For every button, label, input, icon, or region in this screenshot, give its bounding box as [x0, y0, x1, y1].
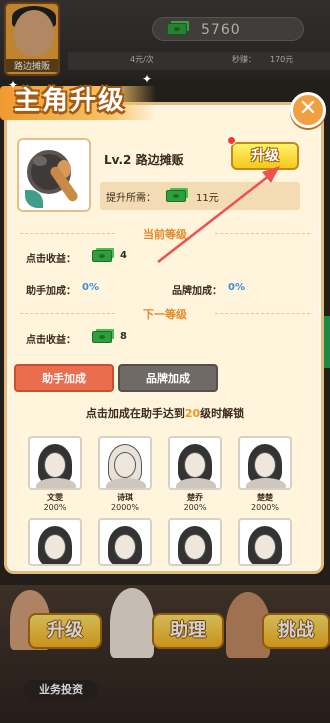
cost-value: 11元	[196, 193, 219, 204]
helper-bonus-pct: 2000%	[111, 503, 139, 512]
helper-name: 楚楚	[257, 493, 273, 502]
cash-icon	[92, 331, 112, 343]
current-click-income: 4	[120, 250, 127, 261]
helper-bonus-value: 0%	[82, 282, 99, 293]
helper-bonus-pct: 2000%	[251, 503, 279, 512]
helper-bonus-pct: 200%	[183, 503, 207, 512]
brand-bonus-label: 品牌加成：	[172, 286, 222, 297]
next-click-income: 8	[120, 331, 127, 342]
upgrade-button[interactable]: 升级	[231, 142, 299, 170]
current-level-heading: 当前等级	[20, 226, 310, 242]
leaf-icon	[25, 190, 43, 208]
close-button[interactable]: ✕	[290, 92, 326, 128]
next-level-heading: 下一等级	[20, 306, 310, 322]
cash-icon	[92, 250, 112, 262]
notification-dot	[227, 136, 236, 145]
helper-card-wenwen[interactable]	[28, 436, 82, 490]
helper-card[interactable]	[168, 518, 222, 566]
unlock-note: 点击加成在助手达到20级时解锁	[85, 407, 245, 420]
helper-card-chuqiao[interactable]	[168, 436, 222, 490]
helper-card[interactable]	[238, 518, 292, 566]
brand-bonus-value: 0%	[228, 282, 245, 293]
upgrade-cost-bar: 提升所需： 11元	[100, 182, 300, 210]
level-name: Lv.2 路边摊贩	[104, 153, 184, 167]
tab-brand-bonus[interactable]: 品牌加成	[118, 364, 218, 392]
tab-helper-bonus[interactable]: 助手加成	[14, 364, 114, 392]
helper-bonus-pct: 200%	[43, 503, 67, 512]
helper-card-shiqi[interactable]	[98, 436, 152, 490]
helper-card[interactable]	[28, 518, 82, 566]
next-click-income-label: 点击收益：	[26, 335, 76, 346]
helper-name: 文雯	[47, 493, 63, 502]
sparkle-icon: ✦	[142, 72, 153, 86]
cost-label: 提升所需：	[106, 193, 156, 204]
helper-name: 楚乔	[187, 493, 203, 502]
stall-item-card	[17, 138, 91, 212]
helper-card-chuchu[interactable]	[238, 436, 292, 490]
helper-name: 诗琪	[117, 493, 133, 502]
click-income-label: 点击收益：	[26, 254, 76, 265]
sparkle-icon: ✦	[8, 78, 19, 92]
helper-card[interactable]	[98, 518, 152, 566]
unlock-level: 20	[184, 407, 201, 420]
cash-icon	[166, 190, 186, 202]
helper-bonus-label: 助手加成：	[26, 286, 76, 297]
modal-title: 主角升级	[14, 86, 127, 116]
